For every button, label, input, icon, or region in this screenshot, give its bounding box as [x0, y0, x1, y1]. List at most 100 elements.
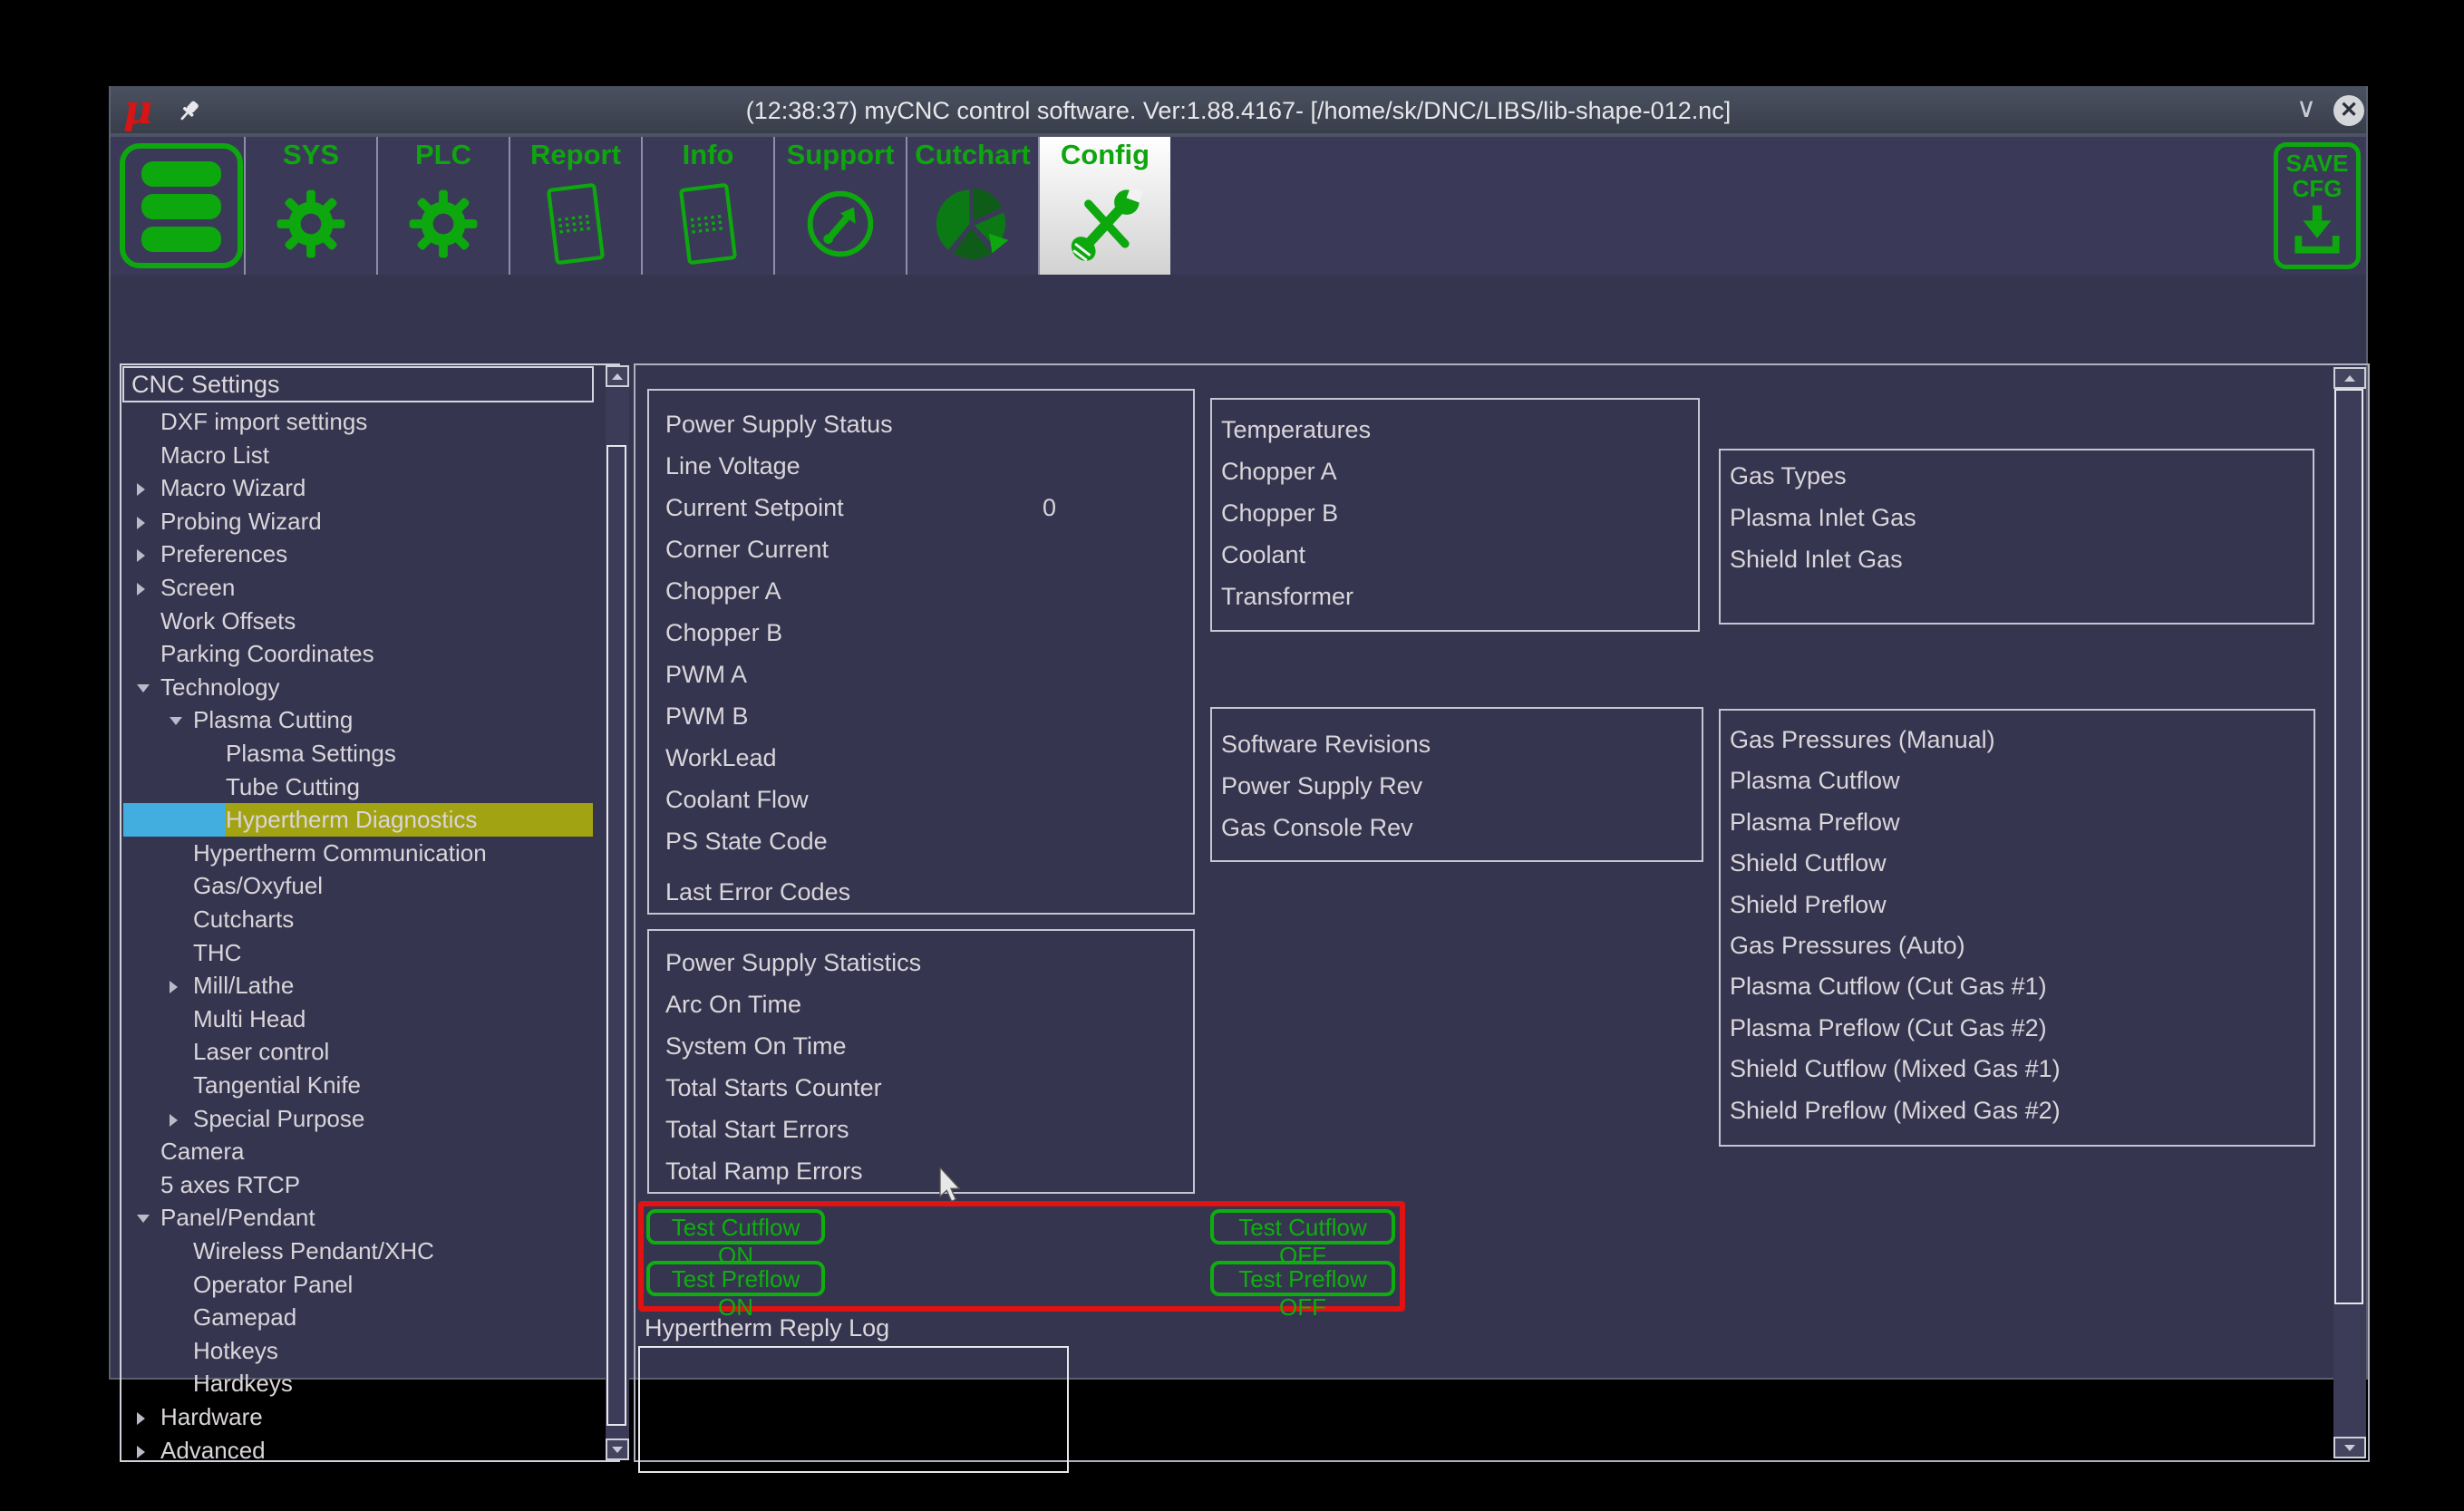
tab-report[interactable]: Report — [509, 137, 641, 275]
tree-item-macro-list[interactable]: Macro List — [123, 439, 593, 472]
title-bar: μ (12:38:37) myCNC control software. Ver… — [111, 86, 2366, 137]
tree-item-special-purpose[interactable]: Special Purpose — [123, 1102, 593, 1136]
expand-arrow-icon[interactable] — [170, 1114, 178, 1127]
tree-item-label: Screen — [160, 571, 235, 605]
field-label: Plasma Inlet Gas — [1730, 504, 1916, 531]
menu-hamburger-button[interactable] — [120, 143, 243, 268]
report-doc-icon — [510, 177, 641, 271]
field-chopper-b: Chopper B — [665, 612, 1193, 654]
field-gas-pressures-auto-: Gas Pressures (Auto) — [1730, 925, 2314, 966]
scroll-up-icon[interactable] — [606, 365, 629, 387]
tree-item-label: Wireless Pendant/XHC — [193, 1235, 434, 1268]
field-software-revisions: Software Revisions — [1221, 723, 1702, 765]
tree-item-macro-wizard[interactable]: Macro Wizard — [123, 471, 593, 505]
reply-log-output[interactable] — [638, 1346, 1069, 1473]
tree-item-camera[interactable]: Camera — [123, 1135, 593, 1168]
main-scrollbar[interactable] — [2333, 367, 2366, 1458]
field-label: Chopper B — [1221, 499, 1338, 527]
scroll-down-icon[interactable] — [606, 1438, 629, 1460]
expand-arrow-icon[interactable] — [137, 583, 145, 596]
tree-item-hypertherm-communication[interactable]: Hypertherm Communication — [123, 837, 593, 870]
test-cutflow-on-button[interactable]: Test Cutflow ON — [646, 1209, 825, 1245]
sidebar-scrollbar-thumb[interactable] — [606, 445, 626, 1426]
tree-item-wireless-pendant-xhc[interactable]: Wireless Pendant/XHC — [123, 1235, 593, 1268]
tree-item-hardkeys[interactable]: Hardkeys — [123, 1367, 593, 1400]
tree-item-technology[interactable]: Technology — [123, 671, 593, 704]
tree-item-operator-panel[interactable]: Operator Panel — [123, 1268, 593, 1302]
info-doc-icon — [643, 177, 773, 271]
sidebar-scrollbar[interactable] — [606, 365, 629, 1460]
tab-config[interactable]: Config — [1038, 137, 1170, 275]
tree-item-preferences[interactable]: Preferences — [123, 538, 593, 571]
field-arc-on-time: Arc On Time — [665, 983, 1193, 1025]
tree-item-screen[interactable]: Screen — [123, 571, 593, 605]
download-icon — [2278, 203, 2356, 264]
field-label: Corner Current — [665, 536, 829, 563]
tree-item-hardware[interactable]: Hardware — [123, 1400, 593, 1434]
field-shield-cutflow-mixed-gas-1-: Shield Cutflow (Mixed Gas #1) — [1730, 1049, 2314, 1090]
shade-window-icon[interactable]: ∨ — [2286, 86, 2326, 133]
tree-item-label: Preferences — [160, 538, 287, 571]
tree-item-probing-wizard[interactable]: Probing Wizard — [123, 505, 593, 538]
save-cfg-button[interactable]: SAVE CFG — [2274, 142, 2361, 269]
expand-arrow-icon[interactable] — [137, 517, 145, 529]
expand-arrow-icon[interactable] — [170, 981, 178, 993]
tree-item-panel-pendant[interactable]: Panel/Pendant — [123, 1201, 593, 1235]
field-label: Shield Cutflow (Mixed Gas #1) — [1730, 1055, 2061, 1082]
tree-item-gamepad[interactable]: Gamepad — [123, 1301, 593, 1334]
tree-item-plasma-settings[interactable]: Plasma Settings — [123, 737, 593, 770]
tree-item-tube-cutting[interactable]: Tube Cutting — [123, 770, 593, 804]
reply-log-label: Hypertherm Reply Log — [645, 1312, 889, 1344]
app-window: μ (12:38:37) myCNC control software. Ver… — [109, 86, 2368, 1380]
gear-icon — [246, 177, 376, 271]
tree-item-advanced[interactable]: Advanced — [123, 1434, 593, 1460]
tree-item-hotkeys[interactable]: Hotkeys — [123, 1334, 593, 1368]
tree-item-tangential-knife[interactable]: Tangential Knife — [123, 1069, 593, 1102]
collapse-arrow-icon[interactable] — [137, 1215, 150, 1223]
collapse-arrow-icon[interactable] — [170, 717, 182, 725]
expand-arrow-icon[interactable] — [137, 1412, 145, 1425]
tab-cutchart[interactable]: Cutchart — [906, 137, 1038, 275]
field-label: PS State Code — [665, 828, 828, 855]
collapse-arrow-icon[interactable] — [137, 684, 150, 693]
tree-item-work-offsets[interactable]: Work Offsets — [123, 605, 593, 638]
tree-item-multi-head[interactable]: Multi Head — [123, 1002, 593, 1036]
scroll-down-icon[interactable] — [2333, 1437, 2366, 1458]
close-window-icon[interactable]: ✕ — [2333, 95, 2364, 126]
tree-item-label: Multi Head — [193, 1002, 306, 1036]
tab-plc[interactable]: PLC — [376, 137, 509, 275]
tree-item-mill-lathe[interactable]: Mill/Lathe — [123, 969, 593, 1002]
power-supply-status-panel: Power Supply StatusLine VoltageCurrent S… — [647, 389, 1195, 915]
scroll-up-icon[interactable] — [2333, 367, 2366, 389]
field-label: WorkLead — [665, 744, 777, 771]
expand-arrow-icon[interactable] — [137, 549, 145, 562]
test-cutflow-off-button[interactable]: Test Cutflow OFF — [1210, 1209, 1395, 1245]
expand-arrow-icon[interactable] — [137, 1446, 145, 1458]
tree-item-label: Hardkeys — [193, 1367, 293, 1400]
field-label: Power Supply Statistics — [665, 949, 921, 976]
test-preflow-off-button[interactable]: Test Preflow OFF — [1210, 1261, 1395, 1296]
tree-item-parking-coordinates[interactable]: Parking Coordinates — [123, 637, 593, 671]
main-scrollbar-thumb[interactable] — [2334, 389, 2363, 1304]
tab-sys[interactable]: SYS — [244, 137, 376, 275]
gas-pressures-panel: Gas Pressures (Manual)Plasma CutflowPlas… — [1719, 709, 2315, 1147]
expand-arrow-icon[interactable] — [137, 483, 145, 496]
field-shield-inlet-gas: Shield Inlet Gas — [1730, 538, 2313, 580]
tree-item-gas-oxyfuel[interactable]: Gas/Oxyfuel — [123, 869, 593, 903]
tab-support[interactable]: Support — [773, 137, 906, 275]
tree-item-laser-control[interactable]: Laser control — [123, 1035, 593, 1069]
tree-item-thc[interactable]: THC — [123, 936, 593, 970]
field-plasma-cutflow: Plasma Cutflow — [1730, 760, 2314, 801]
tree-item-label: Hypertherm Communication — [193, 837, 487, 870]
tree-item-dxf-import-settings[interactable]: DXF import settings — [123, 405, 593, 439]
field-shield-cutflow: Shield Cutflow — [1730, 843, 2314, 884]
field-label: Shield Preflow — [1730, 891, 1887, 918]
tree-item-5-axes-rtcp[interactable]: 5 axes RTCP — [123, 1168, 593, 1202]
tree-item-plasma-cutting[interactable]: Plasma Cutting — [123, 703, 593, 737]
tab-info[interactable]: Info — [641, 137, 773, 275]
tree-item-hypertherm-diagnostics[interactable]: Hypertherm Diagnostics — [123, 803, 593, 837]
field-label: Plasma Preflow (Cut Gas #2) — [1730, 1014, 2047, 1041]
tree-root-header[interactable]: CNC Settings — [122, 366, 594, 402]
test-preflow-on-button[interactable]: Test Preflow ON — [646, 1261, 825, 1296]
tree-item-cutcharts[interactable]: Cutcharts — [123, 903, 593, 936]
